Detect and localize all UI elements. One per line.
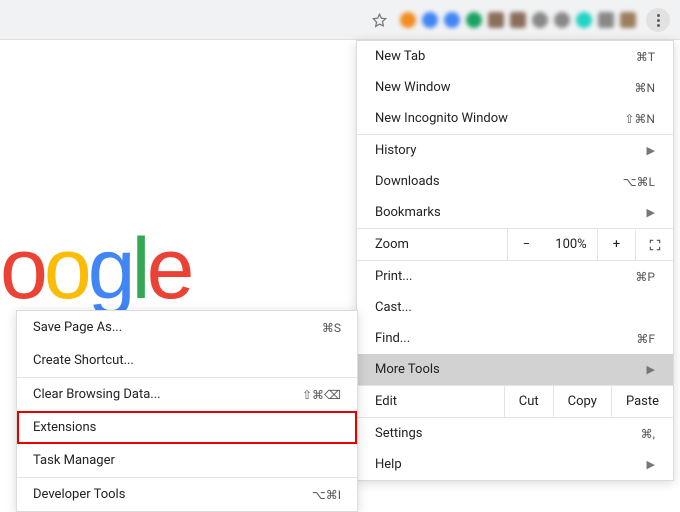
menu-label: History — [375, 143, 416, 158]
menu-shortcut: ⌘F — [636, 332, 655, 346]
menu-edit-row: Edit Cut Copy Paste — [357, 385, 673, 417]
menu-shortcut: ⌘S — [322, 321, 341, 335]
submenu-create-shortcut[interactable]: Create Shortcut... — [17, 344, 357, 377]
submenu-extensions[interactable]: Extensions — [17, 411, 357, 444]
chrome-main-menu: New Tab ⌘T New Window ⌘N New Incognito W… — [356, 40, 674, 481]
edit-paste-button[interactable]: Paste — [611, 386, 673, 417]
submenu-clear-browsing[interactable]: Clear Browsing Data... ⇧⌘⌫ — [17, 377, 357, 411]
menu-label: Print... — [375, 269, 412, 284]
menu-shortcut: ⌘P — [635, 270, 655, 284]
google-logo: oogle — [0, 220, 190, 319]
edit-copy-button[interactable]: Copy — [553, 386, 611, 417]
menu-settings[interactable]: Settings ⌘, — [357, 417, 673, 449]
menu-label: New Window — [375, 80, 451, 95]
menu-shortcut: ⌘, — [641, 427, 655, 441]
menu-label: Create Shortcut... — [33, 353, 134, 368]
menu-label: Task Manager — [33, 453, 115, 468]
submenu-arrow-icon: ▶ — [647, 206, 655, 219]
submenu-arrow-icon: ▶ — [647, 458, 655, 471]
submenu-save-page[interactable]: Save Page As... ⌘S — [17, 311, 357, 344]
zoom-value: 100% — [545, 229, 597, 260]
menu-label: Edit — [357, 386, 504, 417]
menu-history[interactable]: History ▶ — [357, 134, 673, 166]
bookmark-star-icon[interactable] — [370, 11, 388, 29]
menu-shortcut: ⇧⌘N — [624, 112, 655, 126]
zoom-out-button[interactable]: − — [507, 229, 545, 260]
menu-shortcut: ⌥⌘I — [312, 488, 341, 502]
fullscreen-button[interactable] — [635, 230, 673, 260]
menu-label: Extensions — [33, 420, 96, 435]
toolbar-right-cluster — [370, 6, 636, 34]
menu-new-window[interactable]: New Window ⌘N — [357, 72, 673, 103]
menu-new-incognito[interactable]: New Incognito Window ⇧⌘N — [357, 103, 673, 134]
menu-label: Zoom — [357, 229, 507, 260]
menu-new-tab[interactable]: New Tab ⌘T — [357, 41, 673, 72]
zoom-in-button[interactable]: + — [597, 229, 635, 260]
edit-cut-button[interactable]: Cut — [504, 386, 553, 417]
menu-help[interactable]: Help ▶ — [357, 449, 673, 480]
menu-downloads[interactable]: Downloads ⌥⌘L — [357, 166, 673, 197]
menu-print[interactable]: Print... ⌘P — [357, 260, 673, 292]
menu-label: New Incognito Window — [375, 111, 508, 126]
menu-label: Downloads — [375, 174, 440, 189]
menu-label: Developer Tools — [33, 487, 125, 502]
submenu-developer-tools[interactable]: Developer Tools ⌥⌘I — [17, 477, 357, 511]
chrome-menu-button[interactable] — [646, 8, 670, 32]
menu-label: Cast... — [375, 300, 412, 315]
browser-toolbar — [0, 0, 680, 40]
menu-shortcut: ⌘T — [636, 50, 655, 64]
menu-label: Help — [375, 457, 402, 472]
menu-bookmarks[interactable]: Bookmarks ▶ — [357, 197, 673, 228]
menu-label: More Tools — [375, 362, 440, 377]
more-tools-submenu: Save Page As... ⌘S Create Shortcut... Cl… — [16, 310, 358, 512]
menu-find[interactable]: Find... ⌘F — [357, 323, 673, 354]
menu-label: Find... — [375, 331, 410, 346]
menu-label: New Tab — [375, 49, 425, 64]
menu-shortcut: ⌘N — [634, 81, 655, 95]
menu-shortcut: ⌥⌘L — [623, 175, 655, 189]
submenu-arrow-icon: ▶ — [647, 363, 655, 376]
menu-label: Save Page As... — [33, 320, 122, 335]
menu-label: Settings — [375, 426, 422, 441]
menu-cast[interactable]: Cast... — [357, 292, 673, 323]
menu-label: Clear Browsing Data... — [33, 387, 161, 402]
submenu-arrow-icon: ▶ — [647, 144, 655, 157]
menu-more-tools[interactable]: More Tools ▶ — [357, 354, 673, 385]
menu-label: Bookmarks — [375, 205, 441, 220]
menu-zoom-row: Zoom − 100% + — [357, 228, 673, 260]
submenu-task-manager[interactable]: Task Manager — [17, 444, 357, 477]
menu-shortcut: ⇧⌘⌫ — [302, 388, 341, 402]
